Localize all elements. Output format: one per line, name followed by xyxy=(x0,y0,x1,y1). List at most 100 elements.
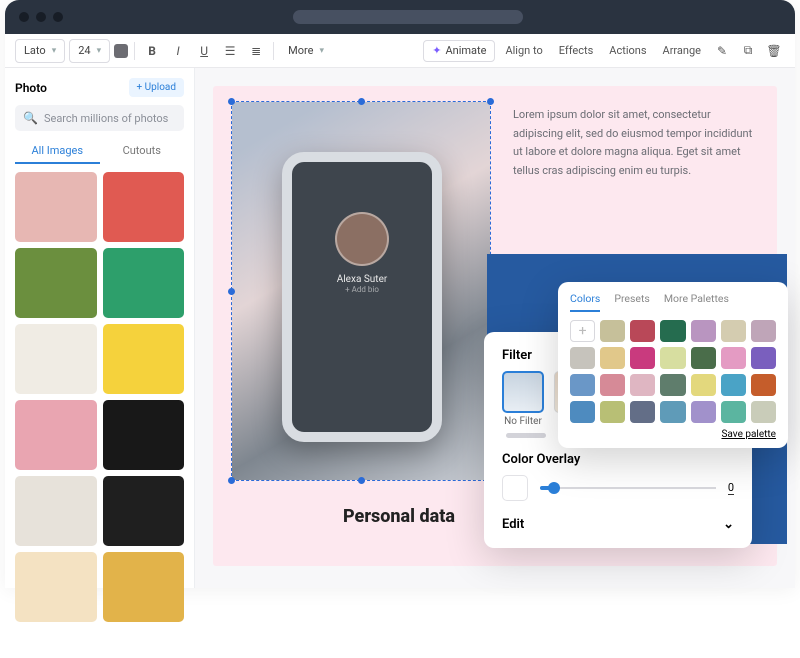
alignto-button[interactable]: Align to xyxy=(499,44,548,57)
resize-handle[interactable] xyxy=(358,477,365,484)
more-menu[interactable]: More ▾ xyxy=(280,39,332,63)
palette-tab-more[interactable]: More Palettes xyxy=(664,292,729,312)
font-select[interactable]: Lato ▾ xyxy=(15,39,65,63)
selected-image[interactable]: Alexa Suter + Add bio xyxy=(232,102,490,480)
filter-scrollbar[interactable] xyxy=(506,433,546,438)
color-swatch[interactable] xyxy=(630,374,655,396)
photo-thumb[interactable] xyxy=(103,476,185,546)
resize-handle[interactable] xyxy=(228,98,235,105)
color-swatch[interactable] xyxy=(721,401,746,423)
delete-icon[interactable]: 🗑 xyxy=(763,44,785,58)
photo-thumb[interactable] xyxy=(15,400,97,470)
color-swatch[interactable] xyxy=(660,347,685,369)
photo-thumb[interactable] xyxy=(15,324,97,394)
avatar xyxy=(335,212,389,266)
color-swatch[interactable] xyxy=(600,374,625,396)
color-swatch[interactable] xyxy=(630,401,655,423)
color-swatch[interactable] xyxy=(691,374,716,396)
wand-icon[interactable]: ✎ xyxy=(711,44,733,58)
sparkle-icon: ✦ xyxy=(432,44,441,57)
save-palette-link[interactable]: Save palette xyxy=(570,429,776,440)
sidebar: Photo + Upload 🔍 Search millions of phot… xyxy=(5,68,195,588)
overlay-slider[interactable] xyxy=(540,487,716,489)
chevron-down-icon: ▾ xyxy=(52,46,57,56)
color-swatch[interactable] xyxy=(600,347,625,369)
resize-handle[interactable] xyxy=(228,477,235,484)
italic-button[interactable]: I xyxy=(167,44,189,58)
list-button[interactable]: ≣ xyxy=(245,44,267,58)
photo-thumb[interactable] xyxy=(15,476,97,546)
toolbar: Lato ▾ 24 ▾ B I U ☰ ≣ More ▾ ✦ Animate A… xyxy=(5,34,795,68)
color-swatch[interactable] xyxy=(630,320,655,342)
color-swatch[interactable] xyxy=(630,347,655,369)
search-input[interactable]: 🔍 Search millions of photos xyxy=(15,105,184,131)
color-swatch[interactable] xyxy=(600,320,625,342)
resize-handle[interactable] xyxy=(358,98,365,105)
photo-thumb[interactable] xyxy=(103,552,185,622)
fontsize-select[interactable]: 24 ▾ xyxy=(69,39,110,63)
animate-button[interactable]: ✦ Animate xyxy=(423,40,495,62)
color-swatch[interactable] xyxy=(751,401,776,423)
tab-all-images[interactable]: All Images xyxy=(15,139,100,164)
color-swatch[interactable] xyxy=(660,401,685,423)
color-swatch[interactable] xyxy=(691,347,716,369)
window-dot[interactable] xyxy=(53,12,63,22)
tab-cutouts[interactable]: Cutouts xyxy=(100,139,185,164)
body-text[interactable]: Lorem ipsum dolor sit amet, consectetur … xyxy=(513,106,763,181)
photo-thumb[interactable] xyxy=(15,552,97,622)
color-swatch[interactable] xyxy=(691,320,716,342)
color-swatch[interactable] xyxy=(721,374,746,396)
color-swatch[interactable] xyxy=(721,347,746,369)
palette-tab-colors[interactable]: Colors xyxy=(570,292,600,312)
effects-button[interactable]: Effects xyxy=(553,44,600,57)
phone-mockup: Alexa Suter + Add bio xyxy=(282,152,442,442)
color-swatch[interactable] xyxy=(751,320,776,342)
overlay-color-swatch[interactable] xyxy=(502,475,528,501)
color-swatch[interactable] xyxy=(570,347,595,369)
overlay-value[interactable]: 0 xyxy=(728,481,734,495)
copy-icon[interactable]: ⧉ xyxy=(737,43,759,58)
color-swatch[interactable] xyxy=(114,44,128,58)
heading-text[interactable]: Personal data xyxy=(343,506,455,527)
color-swatch[interactable] xyxy=(570,401,595,423)
color-swatch[interactable] xyxy=(660,320,685,342)
color-swatch[interactable] xyxy=(751,347,776,369)
photo-thumb[interactable] xyxy=(103,324,185,394)
edit-row[interactable]: Edit ⌄ xyxy=(502,517,734,532)
selection-box[interactable]: Alexa Suter + Add bio xyxy=(231,101,491,481)
photo-thumb[interactable] xyxy=(15,172,97,242)
window-dot[interactable] xyxy=(19,12,29,22)
add-color-button[interactable]: + xyxy=(570,320,595,342)
chevron-down-icon: ⌄ xyxy=(723,517,734,532)
palette-tab-presets[interactable]: Presets xyxy=(614,292,650,312)
photo-thumb[interactable] xyxy=(103,172,185,242)
palette-panel: Colors Presets More Palettes + Save pale… xyxy=(558,282,788,448)
color-swatch[interactable] xyxy=(660,374,685,396)
phone-sub: + Add bio xyxy=(292,285,432,294)
color-swatch[interactable] xyxy=(570,374,595,396)
coloroverlay-title: Color Overlay xyxy=(502,452,734,467)
photo-thumb[interactable] xyxy=(15,248,97,318)
resize-handle[interactable] xyxy=(228,288,235,295)
more-label: More xyxy=(288,44,313,57)
arrange-button[interactable]: Arrange xyxy=(657,44,707,57)
bold-button[interactable]: B xyxy=(141,44,163,58)
actions-button[interactable]: Actions xyxy=(603,44,652,57)
search-placeholder: Search millions of photos xyxy=(44,112,168,125)
resize-handle[interactable] xyxy=(487,98,494,105)
edit-label: Edit xyxy=(502,517,524,532)
url-bar[interactable] xyxy=(293,10,523,24)
upload-button[interactable]: + Upload xyxy=(129,78,184,97)
color-swatch[interactable] xyxy=(721,320,746,342)
align-button[interactable]: ☰ xyxy=(219,44,241,58)
color-swatch[interactable] xyxy=(691,401,716,423)
slider-handle[interactable] xyxy=(548,482,560,494)
filter-option-nofilter[interactable]: No Filter xyxy=(502,371,544,427)
phone-name: Alexa Suter xyxy=(292,274,432,285)
window-dot[interactable] xyxy=(36,12,46,22)
underline-button[interactable]: U xyxy=(193,44,215,58)
color-swatch[interactable] xyxy=(751,374,776,396)
photo-thumb[interactable] xyxy=(103,400,185,470)
photo-thumb[interactable] xyxy=(103,248,185,318)
color-swatch[interactable] xyxy=(600,401,625,423)
